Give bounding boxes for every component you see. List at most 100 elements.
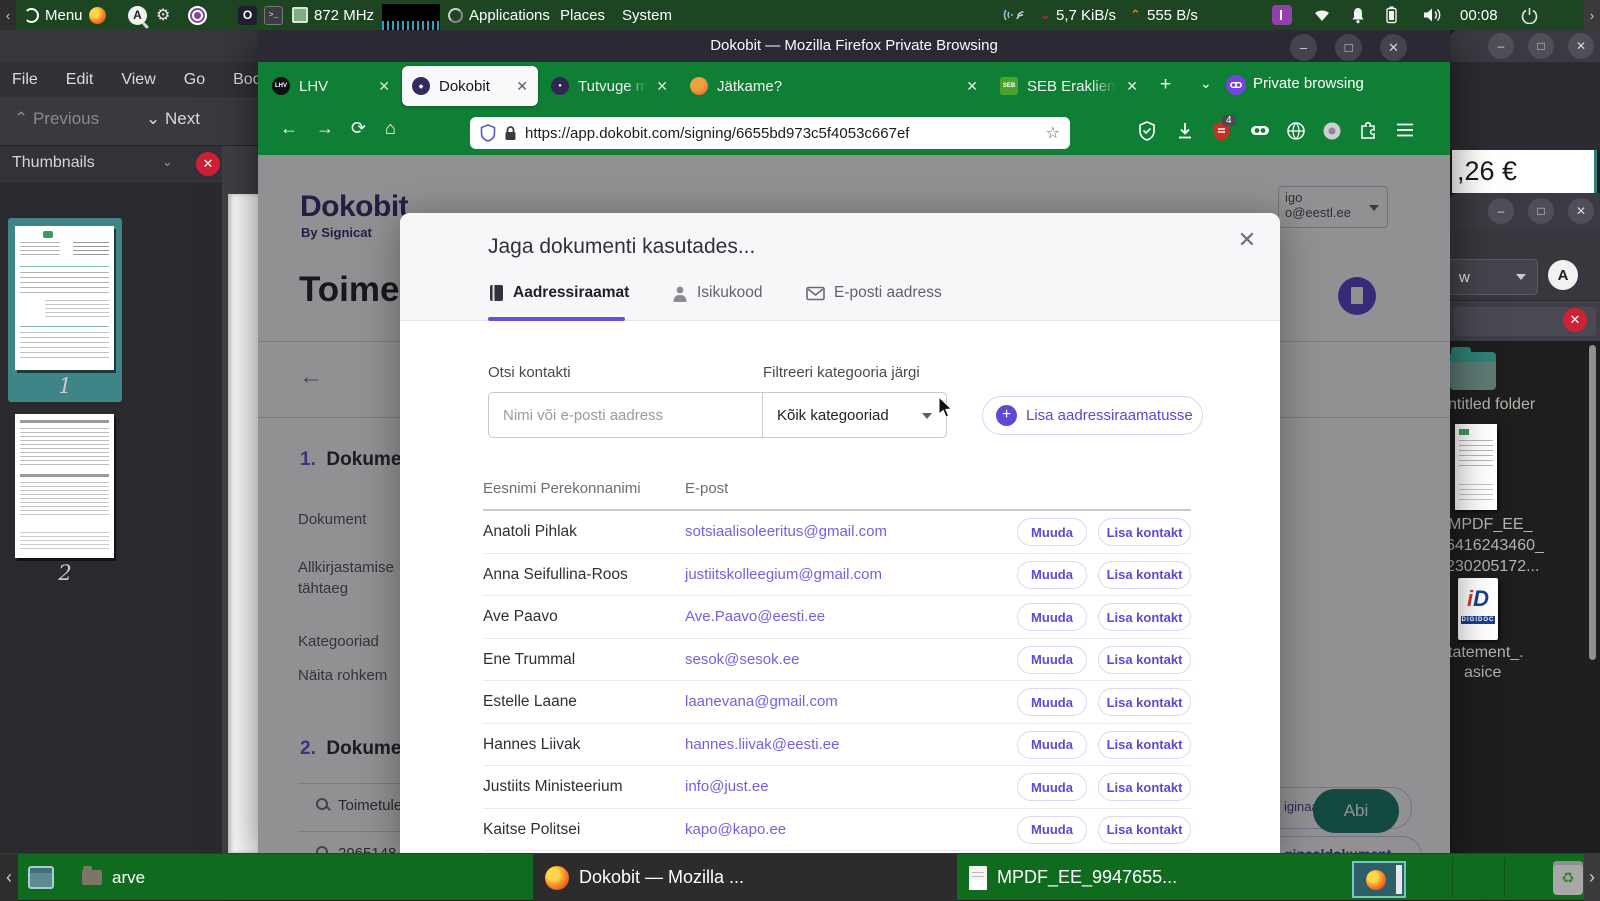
- close-tab-icon[interactable]: ✕: [1126, 78, 1138, 95]
- menu-file[interactable]: File: [12, 71, 38, 89]
- add-contact-button[interactable]: Lisa kontakt: [1098, 730, 1191, 759]
- maximize-button[interactable]: □: [1528, 198, 1554, 224]
- thumbnail-1-selected[interactable]: 1: [8, 218, 122, 402]
- next-page-button[interactable]: ⌄ Next: [146, 109, 200, 129]
- folder-label[interactable]: ntitled folder: [1448, 396, 1535, 414]
- shield-icon[interactable]: [480, 124, 496, 142]
- folder-icon[interactable]: [1450, 347, 1496, 390]
- category-filter-select[interactable]: Kõik kategooriad: [762, 393, 946, 437]
- edit-contact-button[interactable]: Muuda: [1017, 688, 1087, 716]
- minimize-button[interactable]: –: [1488, 198, 1514, 224]
- taskbar-collapse-right-icon[interactable]: ›: [1584, 854, 1600, 901]
- add-contact-button[interactable]: Lisa kontakt: [1098, 815, 1191, 844]
- media-indicator-icon[interactable]: [1272, 0, 1292, 30]
- downloads-icon[interactable]: [1176, 121, 1194, 141]
- tab-tutvuge[interactable]: ● Tutvuge meie u ✕: [541, 66, 678, 106]
- tab-personal-code[interactable]: Isikukood: [672, 284, 762, 302]
- menu-hamburger-icon[interactable]: [1396, 122, 1414, 138]
- notifications-bell-icon[interactable]: [1350, 0, 1366, 30]
- panel-collapse-left-icon[interactable]: ‹: [0, 0, 16, 30]
- edit-contact-button[interactable]: Muuda: [1017, 730, 1087, 759]
- close-tab-icon[interactable]: ✕: [378, 78, 390, 95]
- chevron-down-icon[interactable]: ⌄: [162, 154, 173, 170]
- tab-addressbook[interactable]: Aadressiraamat: [488, 284, 629, 302]
- minimize-button[interactable]: –: [1488, 33, 1514, 59]
- minimize-button[interactable]: –: [1290, 34, 1317, 61]
- puzzle-extensions-icon[interactable]: [1358, 121, 1378, 141]
- edit-contact-button[interactable]: Muuda: [1017, 518, 1087, 546]
- panel-collapse-right-icon[interactable]: ›: [1584, 0, 1600, 30]
- edit-contact-button[interactable]: Muuda: [1017, 603, 1087, 631]
- taskbar-collapse-icon[interactable]: ‹: [0, 854, 18, 901]
- add-contact-button[interactable]: Lisa kontakt: [1098, 518, 1191, 546]
- edit-contact-button[interactable]: Muuda: [1017, 773, 1087, 801]
- wifi-status-icon[interactable]: [1312, 0, 1332, 30]
- contact-email-link[interactable]: info@just.ee: [685, 778, 769, 795]
- digidoc-file-icon[interactable]: iD DIGIDOC: [1458, 578, 1498, 640]
- pocket-shield-icon[interactable]: [1138, 121, 1156, 141]
- close-button[interactable]: ✕: [1568, 33, 1594, 59]
- close-sidebar-icon[interactable]: ✕: [196, 152, 220, 176]
- close-find-icon[interactable]: ✕: [1563, 308, 1587, 332]
- clock[interactable]: 00:08: [1460, 0, 1498, 30]
- back-button[interactable]: ←: [280, 118, 298, 139]
- close-button[interactable]: ✕: [1380, 34, 1407, 61]
- tab-lhv[interactable]: LHV LHV ✕: [262, 66, 400, 106]
- new-tab-button[interactable]: +: [1160, 74, 1171, 96]
- tab-email-address[interactable]: E-posti aadress: [806, 284, 942, 302]
- menu-view[interactable]: View: [121, 71, 155, 89]
- tor-browser-icon[interactable]: [188, 0, 207, 30]
- contact-email-link[interactable]: Ave.Paavo@eesti.ee: [685, 608, 825, 625]
- edit-contact-button[interactable]: Muuda: [1017, 815, 1087, 844]
- close-tab-icon[interactable]: ✕: [516, 78, 528, 95]
- reload-button[interactable]: ⟳: [351, 118, 366, 139]
- close-button[interactable]: ✕: [1568, 198, 1594, 224]
- add-contact-button[interactable]: Lisa kontakt: [1098, 645, 1191, 674]
- places-menu[interactable]: Places: [560, 0, 605, 30]
- edit-contact-button[interactable]: Muuda: [1017, 645, 1087, 674]
- menu-edit[interactable]: Edit: [66, 71, 94, 89]
- document-label-line1[interactable]: MPDF_EE_: [1448, 516, 1532, 534]
- task-arve[interactable]: arve: [28, 854, 145, 901]
- sidebar-title[interactable]: Thumbnails: [12, 154, 95, 172]
- volume-icon[interactable]: [1423, 0, 1442, 30]
- tab-dokobit-active[interactable]: ◆ Dokobit ✕: [402, 66, 538, 106]
- previous-page-button[interactable]: ⌃ Previous: [14, 109, 99, 129]
- url-bar[interactable]: https://app.dokobit.com/signing/6655bd97…: [470, 117, 1070, 149]
- menu-bookmarks[interactable]: Bookm: [233, 71, 258, 89]
- contact-email-link[interactable]: justiitskolleegium@gmail.com: [685, 566, 882, 583]
- tab-list-dropdown-icon[interactable]: ⌄: [1200, 75, 1212, 92]
- contact-email-link[interactable]: sotsiaalisoleeritus@gmail.com: [685, 523, 887, 540]
- contact-email-link[interactable]: laanevana@gmail.com: [685, 693, 838, 710]
- task-pdf[interactable]: MPDF_EE_9947655...: [957, 854, 1387, 901]
- search-launcher-icon[interactable]: A: [128, 0, 147, 30]
- app-o-icon[interactable]: O: [238, 0, 257, 30]
- terminal-icon[interactable]: >_: [264, 0, 283, 30]
- find-icon[interactable]: A: [1548, 260, 1578, 290]
- close-modal-icon[interactable]: ✕: [1234, 227, 1260, 253]
- asice-label-line1[interactable]: tatement_.: [1448, 644, 1524, 662]
- add-contact-button[interactable]: Lisa kontakt: [1098, 773, 1191, 801]
- document-label-line2[interactable]: 6416243460_: [1446, 537, 1544, 555]
- globe-extension-icon[interactable]: [1286, 121, 1306, 141]
- asice-label-line2[interactable]: asice: [1464, 664, 1501, 682]
- system-menu[interactable]: System: [622, 0, 672, 30]
- add-to-addressbook-button[interactable]: + Lisa aadressiraamatusse: [982, 396, 1203, 435]
- add-contact-button[interactable]: Lisa kontakt: [1098, 603, 1191, 631]
- maximize-button[interactable]: □: [1335, 34, 1362, 61]
- contact-email-link[interactable]: sesok@sesok.ee: [685, 651, 799, 668]
- zoom-dropdown[interactable]: w: [1448, 259, 1538, 295]
- ublock-shield-icon[interactable]: 4: [1212, 115, 1236, 142]
- battery-icon[interactable]: [1386, 0, 1397, 30]
- edit-contact-button[interactable]: Muuda: [1017, 560, 1087, 589]
- maximize-button[interactable]: □: [1528, 33, 1554, 59]
- tab-jatkame[interactable]: Jätkame? ✕: [680, 66, 988, 106]
- extension-circle-icon[interactable]: [1322, 121, 1342, 141]
- applications-menu[interactable]: Applications: [448, 0, 550, 30]
- document-icon[interactable]: [1455, 424, 1497, 510]
- home-button[interactable]: ⌂: [385, 118, 396, 139]
- menu-go[interactable]: Go: [184, 71, 205, 89]
- desktop-scrollbar[interactable]: [1589, 345, 1596, 660]
- power-icon[interactable]: [1521, 0, 1538, 30]
- close-tab-icon[interactable]: ✕: [656, 78, 668, 95]
